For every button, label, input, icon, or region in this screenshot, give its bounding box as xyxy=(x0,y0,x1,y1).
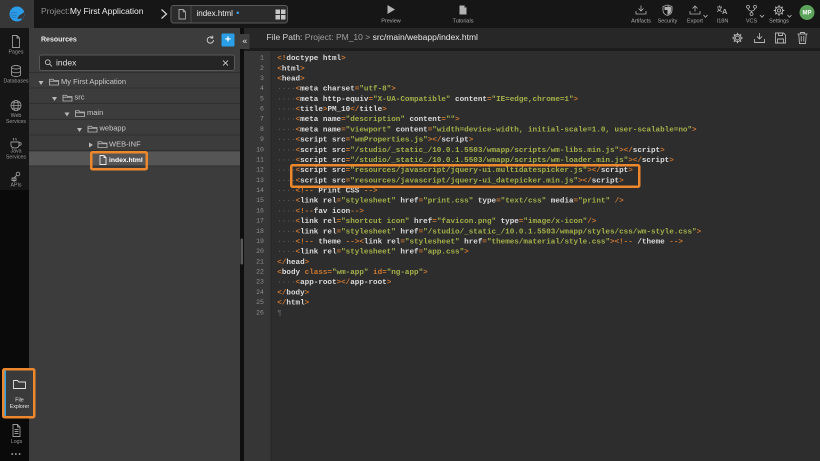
svg-text:A: A xyxy=(722,7,728,16)
